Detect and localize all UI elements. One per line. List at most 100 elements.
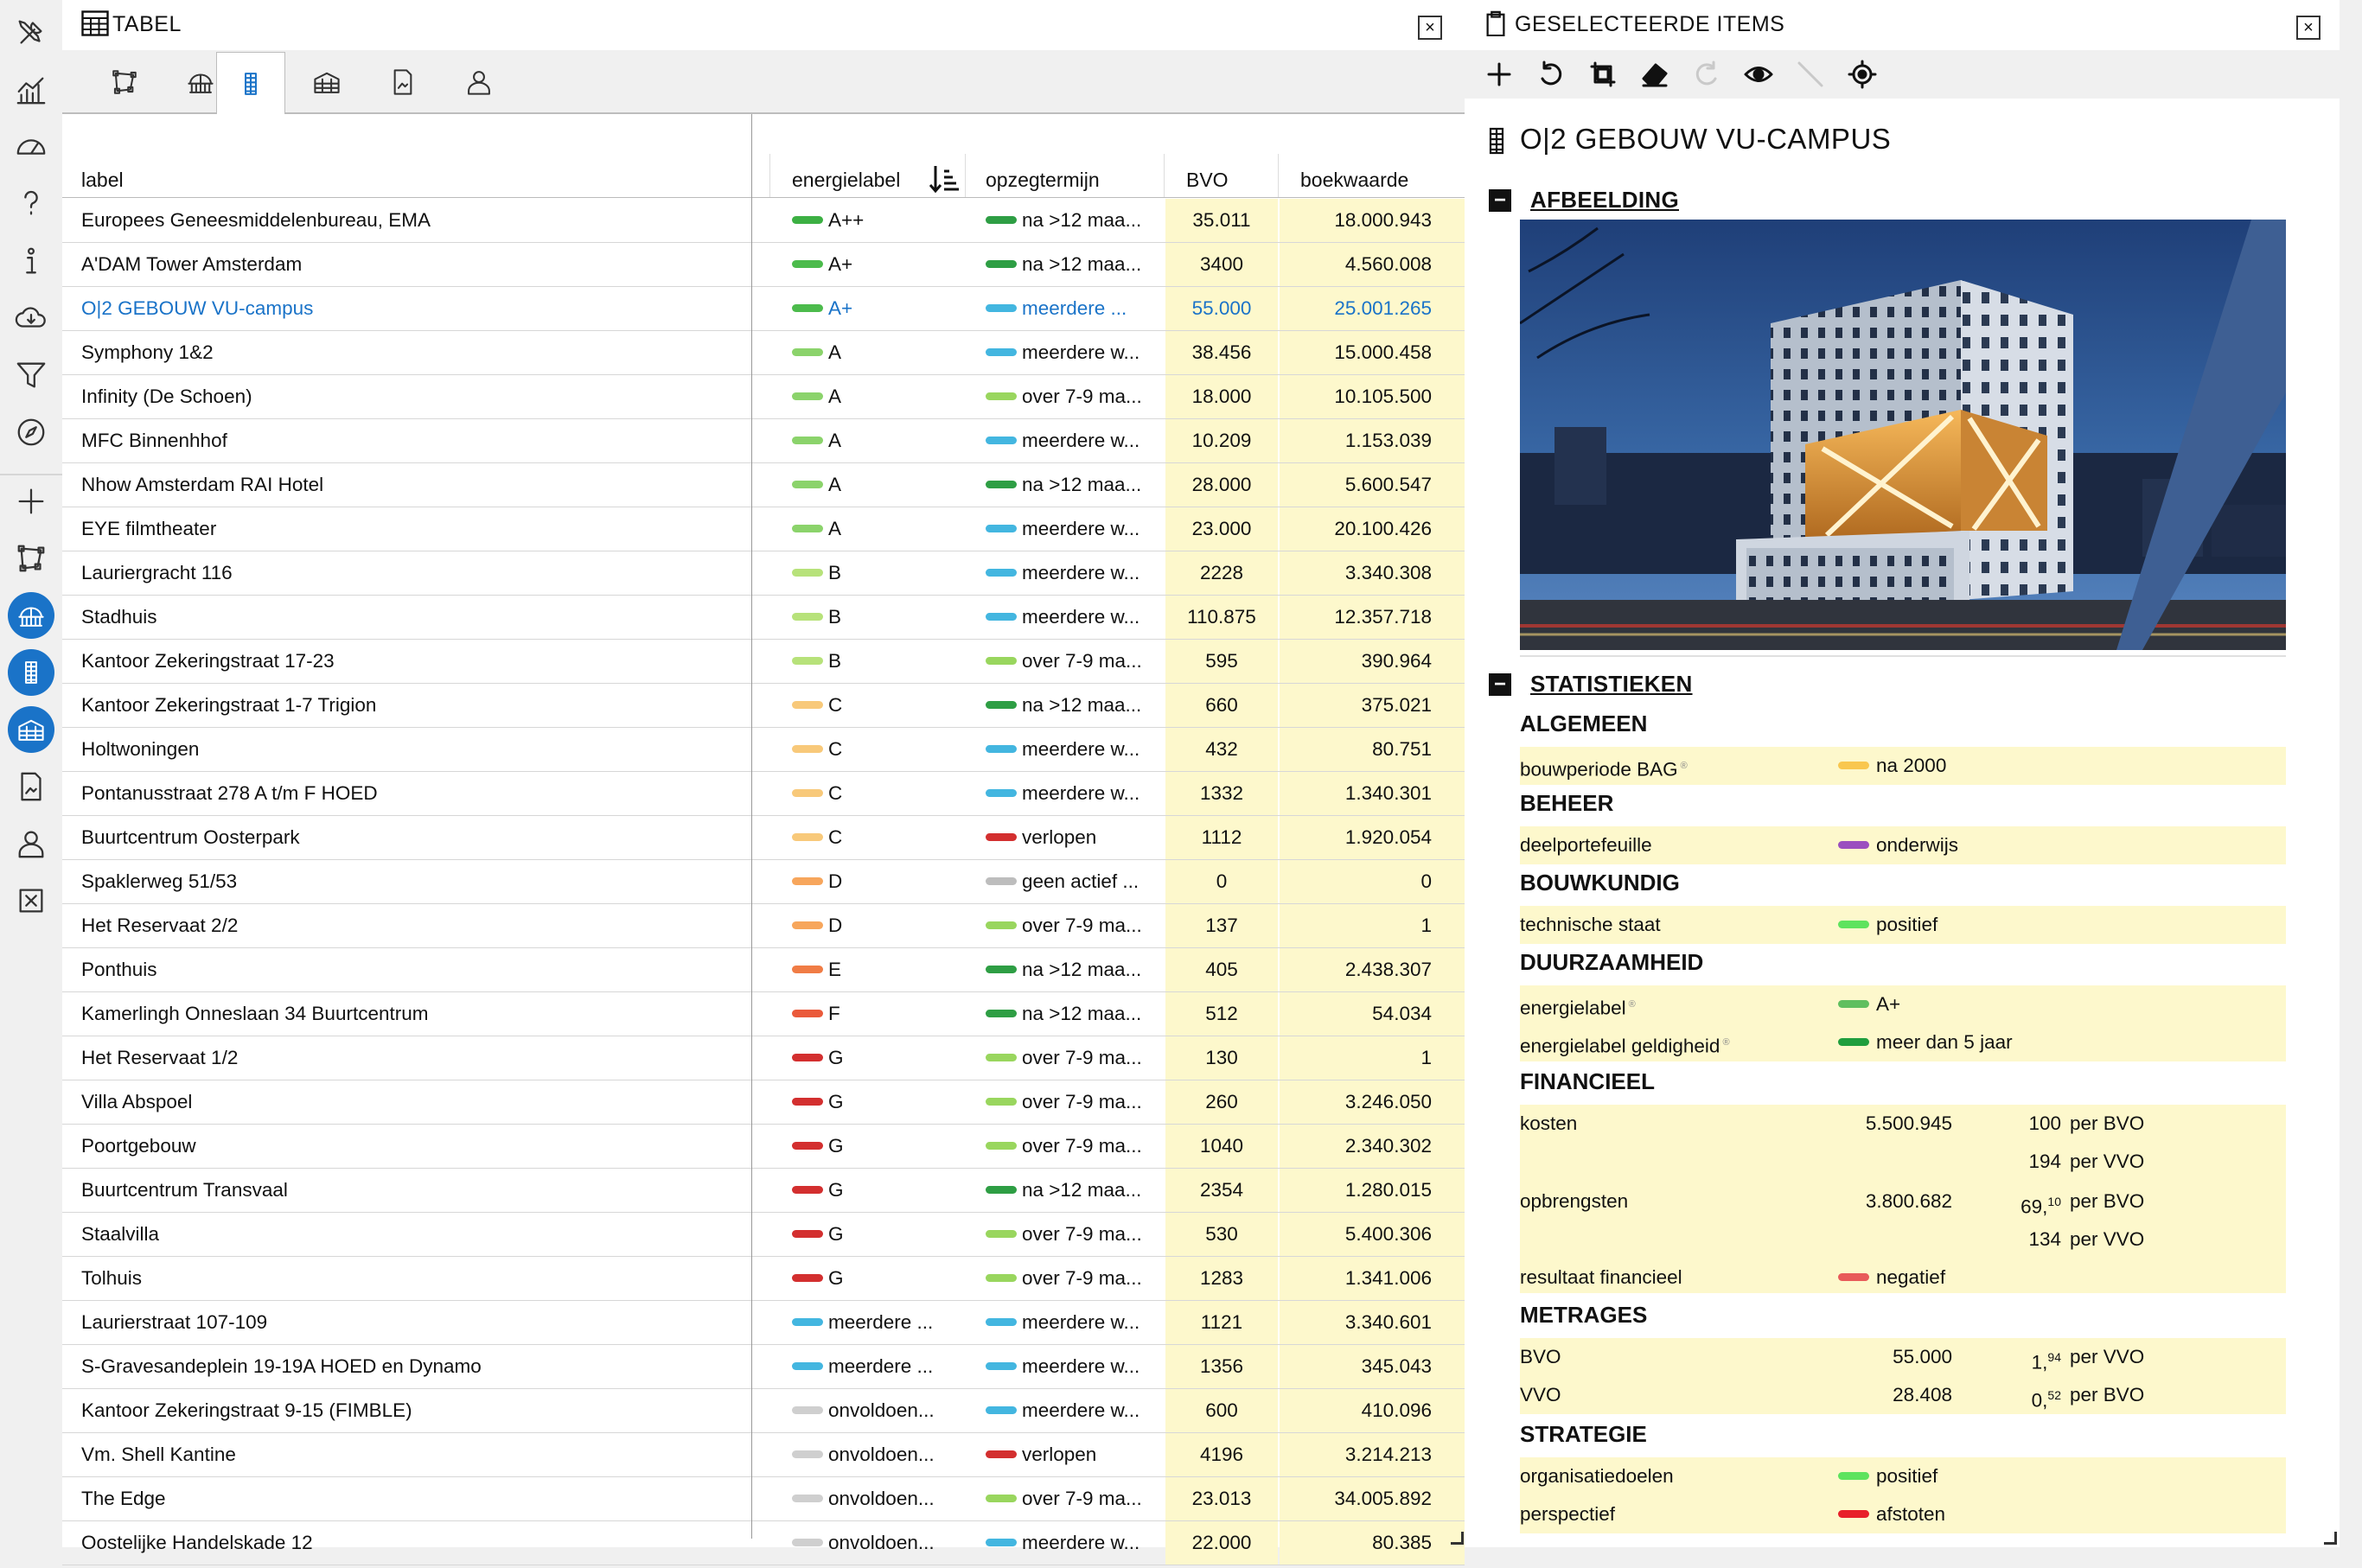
cell-label: Tolhuis (81, 1267, 143, 1289)
table-row[interactable]: Buurtcentrum Transvaal Gna >12 maa... 2354… (62, 1169, 1465, 1213)
chart-icon[interactable] (5, 66, 57, 114)
table-row[interactable]: Villa Abspoel Gover 7-9 ma... 260 3.246.050 (62, 1080, 1465, 1125)
section-afbeelding[interactable]: − AFBEELDING (1489, 187, 1679, 214)
help-icon[interactable] (5, 180, 57, 228)
energielabel-pill (792, 1539, 823, 1547)
locate-button[interactable] (1843, 55, 1881, 93)
table-row[interactable]: Ponthuis Ena >12 maa... 405 2.438.307 (62, 948, 1465, 992)
detail-close-button[interactable]: × (2296, 16, 2321, 40)
view-button[interactable] (1740, 55, 1778, 93)
table-row[interactable]: O|2 GEBOUW VU-campus A+ meerdere ... 55.000… (62, 287, 1465, 331)
table-row[interactable]: Pontanusstraat 278 A t/m F HOED Cmeerdere… (62, 772, 1465, 816)
table-row[interactable]: Het Reservaat 1/2 Gover 7-9 ma... 130 1 (62, 1036, 1465, 1080)
rail-divider (0, 474, 62, 475)
table-row[interactable]: Oostelijke Handelskade 12 onvoldoen... mee… (62, 1521, 1465, 1565)
stat-metrages: BVO 55.000 1,94 per VVO VVO 28.408 0,52 … (1520, 1338, 2286, 1414)
eraser-icon (1642, 63, 1668, 87)
tab-building[interactable] (216, 52, 285, 114)
filter-icon[interactable] (5, 351, 57, 399)
cell-opzegtermijn: over 7-9 ma... (984, 1257, 1174, 1300)
table-close-button[interactable]: × (1418, 16, 1442, 40)
table-row[interactable]: Europees Geneesmiddelenbureau, EMA A++ na … (62, 199, 1465, 243)
tab-person[interactable] (444, 52, 514, 112)
cell-bvo: 660 (1165, 684, 1278, 727)
tab-polygon[interactable] (90, 52, 159, 112)
table-row[interactable]: Kantoor Zekeringstraat 17-23 Bover 7-9 ma… (62, 640, 1465, 684)
energielabel-pill (792, 966, 823, 974)
detail-resize-handle[interactable] (2324, 1532, 2337, 1545)
collapse-icon[interactable]: − (1489, 188, 1511, 212)
table-row[interactable]: Kantoor Zekeringstraat 1-7 Trigion Cna >1… (62, 684, 1465, 728)
table-row[interactable]: Vm. Shell Kantine onvoldoen... verlopen 419… (62, 1433, 1465, 1477)
add-button[interactable] (1480, 55, 1518, 93)
crop-button[interactable] (1584, 55, 1622, 93)
tools-icon[interactable] (5, 9, 57, 57)
redo-button[interactable] (1688, 55, 1726, 93)
stat-bouwperiode: bouwperiode BAG ® na 2000 (1520, 747, 2286, 785)
table-row[interactable]: Staalvilla Gover 7-9 ma... 530 5.400.306 (62, 1213, 1465, 1257)
table-row[interactable]: Tolhuis Gover 7-9 ma... 1283 1.341.006 (62, 1257, 1465, 1301)
opzegtermijn-pill (986, 481, 1017, 489)
table-row[interactable]: The Edge onvoldoen... over 7-9 ma... 23.013… (62, 1477, 1465, 1521)
table-row[interactable]: Laurierstraat 107-109 meerdere ... meerder… (62, 1301, 1465, 1345)
table-row[interactable]: MFC Binnenhhof Ameerdere w... 10.209 1.153.… (62, 419, 1465, 463)
table-row[interactable]: Symphony 1&2 Ameerdere w... 38.456 15.000.4… (62, 331, 1465, 375)
cell-opzegtermijn: na >12 maa... (984, 463, 1174, 507)
table-row[interactable]: Nhow Amsterdam RAI Hotel Ana >12 maa... 28… (62, 463, 1465, 507)
person-icon[interactable] (5, 819, 57, 868)
table-row[interactable]: Het Reservaat 2/2 Dover 7-9 ma... 137 1 (62, 904, 1465, 948)
column-header-energielabel[interactable]: energielabel (792, 169, 900, 192)
document-icon (393, 69, 412, 95)
table-row[interactable]: Spaklerweg 51/53 Dgeen actief ... 0 0 (62, 860, 1465, 904)
table-row[interactable]: Stadhuis Bmeerdere w... 110.875 12.357.718 (62, 596, 1465, 640)
info-icon[interactable] (5, 237, 57, 285)
line-button[interactable] (1791, 55, 1829, 93)
cell-bvo: 55.000 (1165, 287, 1278, 330)
cell-opzegtermijn: na >12 maa... (984, 243, 1174, 286)
table-row[interactable]: Kamerlingh Onneslaan 34 Buurtcentrum Fna … (62, 992, 1465, 1036)
column-header-boekwaarde[interactable]: boekwaarde (1300, 169, 1408, 192)
table-row[interactable]: Kantoor Zekeringstraat 9-15 (FIMBLE) onvo… (62, 1389, 1465, 1433)
gauge-icon[interactable] (5, 123, 57, 171)
info-marker-icon[interactable]: ® (1629, 999, 1636, 1010)
info-marker-icon[interactable]: ® (1681, 761, 1688, 771)
polygon-icon[interactable] (5, 534, 57, 583)
section-statistieken[interactable]: − STATISTIEKEN (1489, 671, 1693, 698)
table-row[interactable]: EYE filmtheater Ameerdere w... 23.000 20.10… (62, 507, 1465, 551)
building-globe-icon[interactable] (5, 591, 57, 640)
document-icon[interactable] (5, 762, 57, 811)
close-box-icon[interactable] (5, 876, 57, 925)
eraser-button[interactable] (1636, 55, 1674, 93)
image-divider (1520, 655, 2286, 657)
table-row[interactable]: Holtwoningen Cmeerdere w... 432 80.751 (62, 728, 1465, 772)
energielabel-pill (792, 1186, 823, 1195)
tab-document[interactable] (368, 52, 437, 112)
column-header-label[interactable]: label (81, 169, 124, 192)
table-row[interactable]: S-Gravesandeplein 19-19A HOED en Dynamo m… (62, 1345, 1465, 1389)
opzegtermijn-pill (986, 1186, 1017, 1195)
building-tower-icon[interactable] (5, 648, 57, 697)
cell-bvo: 2228 (1165, 551, 1278, 595)
collapse-icon[interactable]: − (1489, 672, 1511, 696)
table-row[interactable]: Poortgebouw Gover 7-9 ma... 1040 2.340.302 (62, 1125, 1465, 1169)
building-block-icon[interactable] (5, 705, 57, 754)
table-row[interactable]: Buurtcentrum Oosterpark Cverlopen 1112 1.92… (62, 816, 1465, 860)
sort-descending-icon[interactable] (929, 164, 960, 194)
compass-icon[interactable] (5, 408, 57, 456)
opzegtermijn-pill (986, 392, 1017, 401)
column-header-opzegtermijn[interactable]: opzegtermijn (986, 169, 1100, 192)
opzegtermijn-pill (986, 789, 1017, 798)
table-row[interactable]: A'DAM Tower Amsterdam A+ na >12 maa... 3400… (62, 243, 1465, 287)
table-resize-handle[interactable] (1451, 1532, 1464, 1545)
plus-icon[interactable] (5, 477, 57, 526)
column-header-bvo[interactable]: BVO (1186, 169, 1229, 192)
cell-energielabel: onvoldoen... (790, 1389, 980, 1432)
info-marker-icon[interactable]: ® (1722, 1037, 1729, 1048)
building-photo (1520, 220, 2286, 650)
table-row[interactable]: Infinity (De Schoen) Aover 7-9 ma... 18.00… (62, 375, 1465, 419)
undo-button[interactable] (1532, 55, 1570, 93)
tab-unit[interactable] (292, 52, 361, 112)
table-tabs (62, 50, 1465, 114)
cloud-download-icon[interactable] (5, 294, 57, 342)
table-row[interactable]: Lauriergracht 116 Bmeerdere w... 2228 3.340… (62, 551, 1465, 596)
